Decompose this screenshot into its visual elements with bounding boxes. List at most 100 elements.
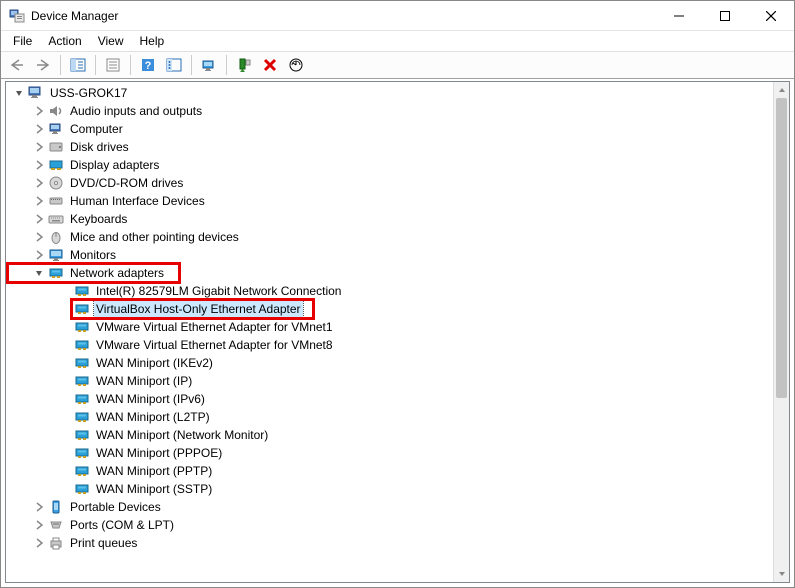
computer-icon (48, 121, 64, 137)
expand-icon[interactable] (32, 230, 46, 244)
forward-button[interactable] (31, 53, 55, 77)
scan-hardware-button[interactable] (284, 53, 308, 77)
tree-item-network-device[interactable]: Intel(R) 82579LM Gigabit Network Connect… (10, 282, 773, 300)
tree-item-monitors[interactable]: Monitors (10, 246, 773, 264)
tree-item-label: Network adapters (68, 265, 166, 281)
expand-icon[interactable] (32, 158, 46, 172)
menu-file[interactable]: File (5, 32, 40, 50)
network-adapter-icon (74, 283, 90, 299)
tree-item-label: DVD/CD-ROM drives (68, 175, 185, 191)
tree-item-label: Print queues (68, 535, 139, 551)
tree-item-label: WAN Miniport (PPTP) (94, 463, 214, 479)
tree-item-dvd[interactable]: DVD/CD-ROM drives (10, 174, 773, 192)
device-tree[interactable]: USS-GROK17 Audio inputs and outputs Comp… (6, 82, 773, 582)
tree-root[interactable]: USS-GROK17 (10, 84, 773, 102)
keyboard-icon (48, 211, 64, 227)
tree-item-label: Disk drives (68, 139, 131, 155)
tree-item-network-device[interactable]: WAN Miniport (PPPOE) (10, 444, 773, 462)
tree-item-computer[interactable]: Computer (10, 120, 773, 138)
audio-icon (48, 103, 64, 119)
tree-item-label: Intel(R) 82579LM Gigabit Network Connect… (94, 283, 343, 299)
hid-icon (48, 193, 64, 209)
network-adapter-icon (74, 463, 90, 479)
tree-item-network-device[interactable]: WAN Miniport (IPv6) (10, 390, 773, 408)
close-button[interactable] (748, 1, 794, 31)
tree-item-audio[interactable]: Audio inputs and outputs (10, 102, 773, 120)
tree-item-network-adapters[interactable]: Network adapters (10, 264, 773, 282)
menu-view[interactable]: View (90, 32, 132, 50)
properties-button[interactable] (101, 53, 125, 77)
maximize-button[interactable] (702, 1, 748, 31)
vertical-scrollbar[interactable] (773, 82, 789, 582)
menu-action[interactable]: Action (40, 32, 89, 50)
expand-icon[interactable] (32, 194, 46, 208)
uninstall-device-button[interactable] (258, 53, 282, 77)
show-hide-tree-button[interactable] (66, 53, 90, 77)
tree-item-network-device[interactable]: WAN Miniport (IKEv2) (10, 354, 773, 372)
tree-item-network-device[interactable]: WAN Miniport (PPTP) (10, 462, 773, 480)
port-icon (48, 517, 64, 533)
tree-item-network-device[interactable]: WAN Miniport (Network Monitor) (10, 426, 773, 444)
tree-item-print-queues[interactable]: Print queues (10, 534, 773, 552)
tree-item-portable[interactable]: Portable Devices (10, 498, 773, 516)
collapse-icon[interactable] (12, 86, 26, 100)
network-adapter-icon (74, 319, 90, 335)
tree-item-network-device[interactable]: VMware Virtual Ethernet Adapter for VMne… (10, 336, 773, 354)
tree-item-disk[interactable]: Disk drives (10, 138, 773, 156)
show-hidden-devices-button[interactable] (162, 53, 186, 77)
collapse-icon[interactable] (32, 266, 46, 280)
tree-root-label: USS-GROK17 (48, 85, 129, 101)
network-adapter-icon (74, 427, 90, 443)
tree-item-label: Monitors (68, 247, 118, 263)
monitor-icon (48, 247, 64, 263)
tree-item-label: WAN Miniport (IPv6) (94, 391, 207, 407)
expand-icon[interactable] (32, 248, 46, 262)
tree-item-label: Keyboards (68, 211, 129, 227)
toolbar-separator (60, 55, 61, 75)
tree-item-label: WAN Miniport (Network Monitor) (94, 427, 270, 443)
tree-item-label: WAN Miniport (IP) (94, 373, 194, 389)
scroll-thumb[interactable] (776, 98, 787, 398)
title-bar: Device Manager (1, 1, 794, 31)
tree-item-network-device[interactable]: VirtualBox Host-Only Ethernet Adapter (10, 300, 773, 318)
expand-icon[interactable] (32, 500, 46, 514)
tree-item-label: WAN Miniport (L2TP) (94, 409, 212, 425)
network-adapter-icon (74, 337, 90, 353)
expand-icon[interactable] (32, 212, 46, 226)
tree-item-mice[interactable]: Mice and other pointing devices (10, 228, 773, 246)
scroll-down-arrow[interactable] (774, 566, 789, 582)
menu-help[interactable]: Help (132, 32, 173, 50)
back-button[interactable] (5, 53, 29, 77)
scroll-up-arrow[interactable] (774, 82, 789, 98)
tree-item-network-device[interactable]: WAN Miniport (L2TP) (10, 408, 773, 426)
toolbar-separator (130, 55, 131, 75)
tree-item-network-device[interactable]: WAN Miniport (IP) (10, 372, 773, 390)
disk-icon (48, 139, 64, 155)
tree-item-network-device[interactable]: WAN Miniport (SSTP) (10, 480, 773, 498)
expand-icon[interactable] (32, 140, 46, 154)
tree-item-ports[interactable]: Ports (COM & LPT) (10, 516, 773, 534)
enable-device-button[interactable] (232, 53, 256, 77)
expand-icon[interactable] (32, 122, 46, 136)
computer-icon (28, 85, 44, 101)
expand-icon[interactable] (32, 536, 46, 550)
tree-item-label: WAN Miniport (IKEv2) (94, 355, 215, 371)
tree-item-label: Human Interface Devices (68, 193, 207, 209)
tree-item-label: Ports (COM & LPT) (68, 517, 176, 533)
printer-icon (48, 535, 64, 551)
network-adapter-icon (74, 391, 90, 407)
tree-item-keyboards[interactable]: Keyboards (10, 210, 773, 228)
tree-item-hid[interactable]: Human Interface Devices (10, 192, 773, 210)
update-driver-button[interactable] (197, 53, 221, 77)
expand-icon[interactable] (32, 518, 46, 532)
network-adapter-icon (74, 445, 90, 461)
svg-text:?: ? (145, 60, 152, 72)
minimize-button[interactable] (656, 1, 702, 31)
tree-item-display[interactable]: Display adapters (10, 156, 773, 174)
expand-icon[interactable] (32, 176, 46, 190)
display-adapter-icon (48, 157, 64, 173)
expand-icon[interactable] (32, 104, 46, 118)
help-button[interactable]: ? (136, 53, 160, 77)
tree-item-network-device[interactable]: VMware Virtual Ethernet Adapter for VMne… (10, 318, 773, 336)
menu-bar: File Action View Help (1, 31, 794, 51)
